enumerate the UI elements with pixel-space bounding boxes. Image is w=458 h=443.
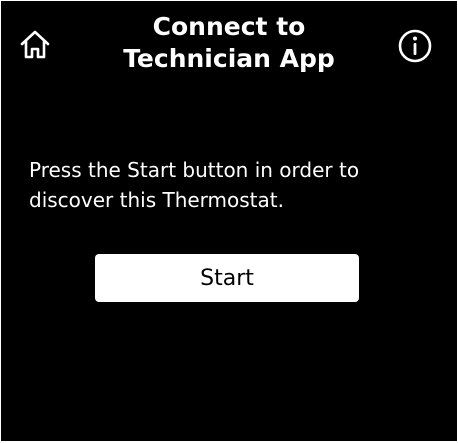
instruction-line-2: discover this Thermostat. xyxy=(29,188,284,212)
home-icon xyxy=(20,30,50,59)
home-button[interactable] xyxy=(15,25,55,65)
instruction-line-1: Press the Start button in order to xyxy=(29,158,360,182)
title-line-1: Connect to xyxy=(152,12,306,41)
instruction-text: Press the Start button in order to disco… xyxy=(29,155,439,215)
page-title: Connect to Technician App xyxy=(81,11,377,75)
start-button-label: Start xyxy=(200,265,254,291)
info-button[interactable] xyxy=(395,26,435,66)
info-icon xyxy=(398,29,432,63)
thermostat-screen: Connect to Technician App Press the Star… xyxy=(1,1,457,441)
title-line-2: Technician App xyxy=(123,44,335,73)
start-button[interactable]: Start xyxy=(95,254,359,302)
